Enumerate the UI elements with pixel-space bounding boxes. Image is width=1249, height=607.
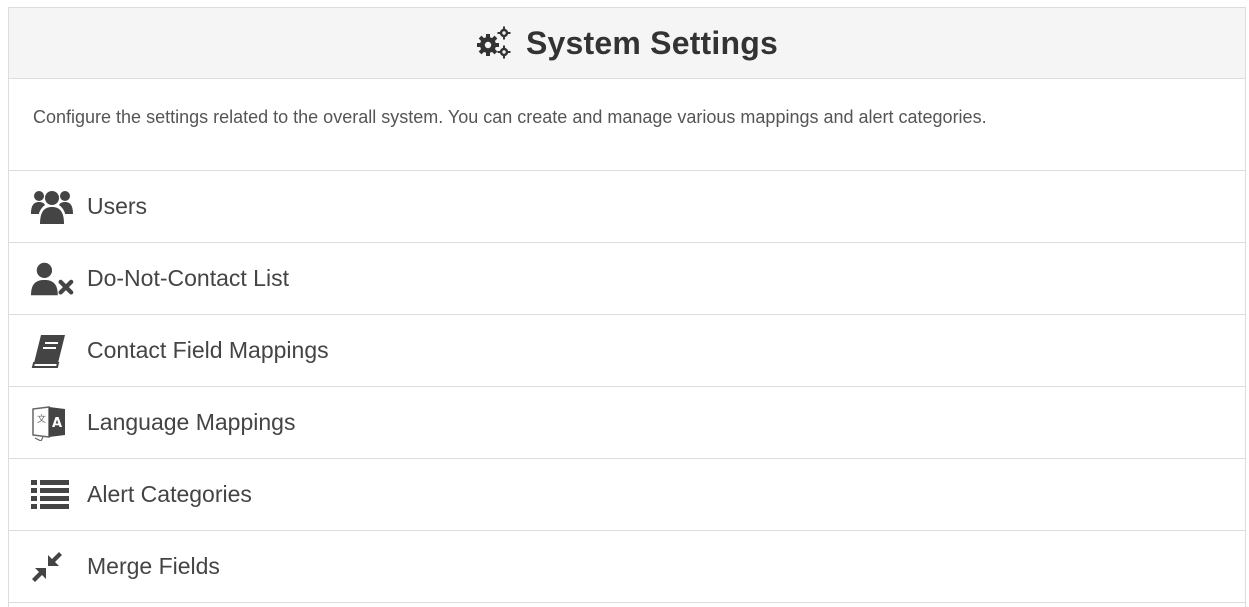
list-item-do-not-contact[interactable]: Do-Not-Contact List (9, 243, 1245, 315)
list-item-merge-fields[interactable]: Merge Fields (9, 531, 1245, 603)
list-item-label: Users (87, 193, 148, 219)
svg-text:A: A (52, 416, 62, 431)
svg-text:文: 文 (37, 413, 46, 425)
list-item-contact-field-mappings[interactable]: Contact Field Mappings (9, 315, 1245, 387)
compress-icon (31, 545, 75, 589)
users-icon (31, 185, 75, 229)
list-item-users[interactable]: Users (9, 171, 1245, 243)
gears-icon (477, 26, 511, 59)
list-item-label: Merge Fields (87, 553, 220, 579)
list-item-language-mappings[interactable]: 文 A Language Mappings (9, 387, 1245, 459)
list-item-label: Language Mappings (87, 409, 296, 435)
list-icon (31, 473, 75, 517)
page-title: System Settings (526, 24, 778, 61)
panel-description: Configure the settings related to the ov… (9, 79, 1245, 171)
list-item-label: Contact Field Mappings (87, 337, 329, 363)
language-icon: 文 A (31, 401, 75, 445)
user-times-icon (31, 257, 75, 301)
list-item-label: Alert Categories (87, 481, 252, 507)
list-item-alert-categories[interactable]: Alert Categories (9, 459, 1245, 531)
system-settings-panel: System Settings Configure the settings r… (8, 7, 1246, 607)
list-item-label: Do-Not-Contact List (87, 265, 289, 291)
panel-heading: System Settings (9, 8, 1245, 79)
book-icon (31, 329, 75, 373)
